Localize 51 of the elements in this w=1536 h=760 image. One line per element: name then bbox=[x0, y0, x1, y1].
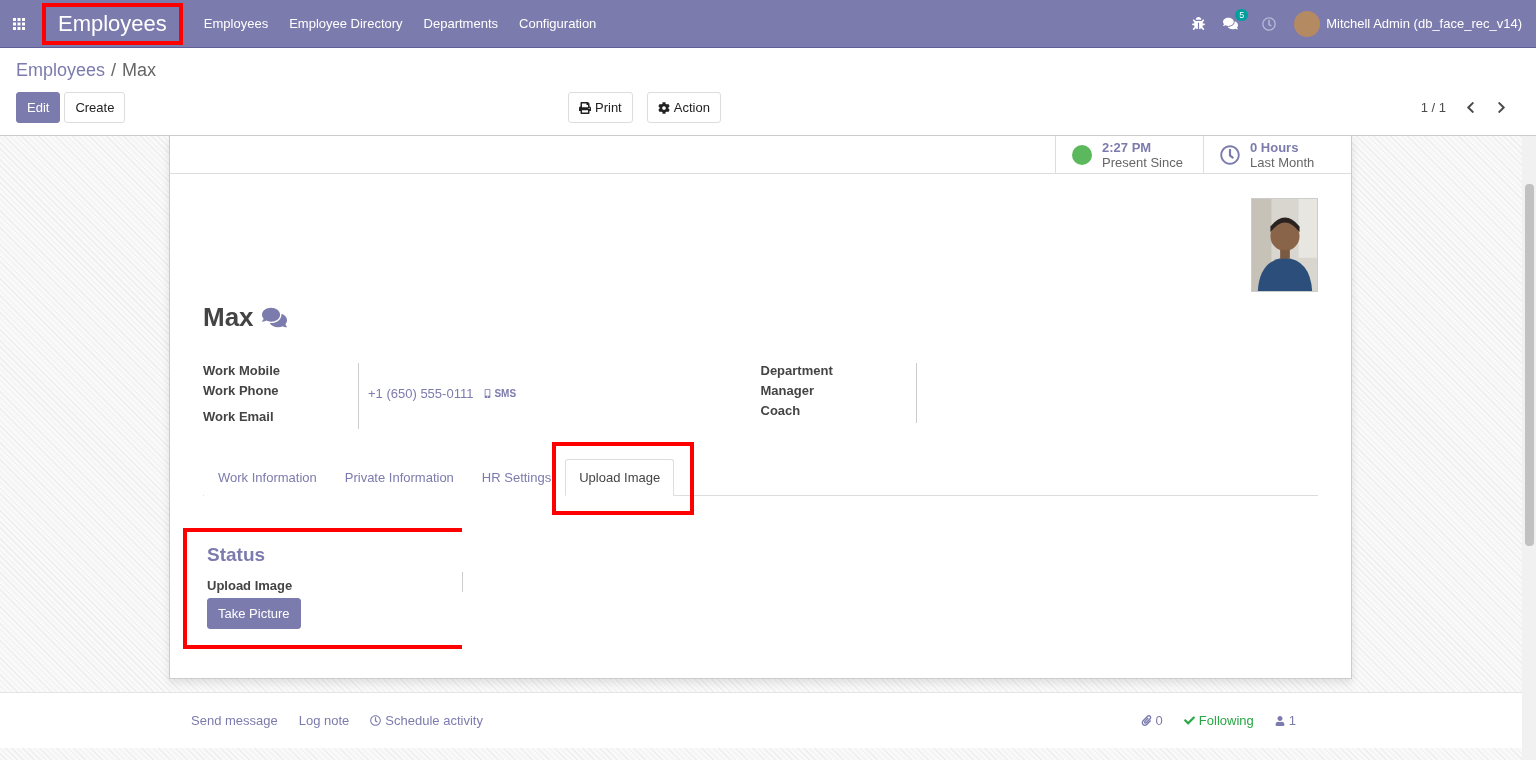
breadcrumb-current: Max bbox=[122, 60, 157, 81]
next-icon[interactable] bbox=[1495, 101, 1508, 114]
breadcrumb-separator: / bbox=[111, 60, 117, 81]
pager-counter: 1 / 1 bbox=[1420, 100, 1446, 115]
menu-item[interactable]: Departments bbox=[423, 16, 498, 31]
field-label: Manager bbox=[760, 383, 815, 399]
schedule-activity-link[interactable]: Schedule activity bbox=[370, 713, 483, 728]
phone-link[interactable]: +1 (650) 555-0111 bbox=[368, 385, 474, 401]
log-note-link[interactable]: Log note bbox=[298, 713, 350, 728]
edit-button[interactable]: Edit bbox=[16, 92, 61, 123]
followers-button[interactable]: 1 bbox=[1274, 713, 1296, 728]
field-label: Work Mobile bbox=[203, 363, 282, 379]
bug-icon[interactable] bbox=[1192, 17, 1206, 30]
clock-icon bbox=[370, 715, 382, 726]
check-icon bbox=[1183, 715, 1195, 726]
gear-icon bbox=[657, 101, 670, 114]
field-label: Upload Image bbox=[207, 578, 293, 594]
take-picture-button[interactable]: Take Picture bbox=[207, 598, 301, 629]
mobile-phone-icon bbox=[483, 388, 493, 398]
field-label: Work Email bbox=[203, 409, 275, 425]
employee-name: Max bbox=[203, 302, 254, 333]
stat-button[interactable]: 0 Hours Last Month bbox=[1203, 136, 1351, 173]
printer-icon bbox=[579, 101, 591, 114]
print-button[interactable]: Print bbox=[568, 92, 633, 123]
field-label: Coach bbox=[760, 403, 802, 419]
field-label: Work Phone bbox=[203, 383, 280, 399]
sms-link[interactable]: SMS bbox=[483, 387, 517, 399]
create-button[interactable]: Create bbox=[64, 92, 126, 123]
following-button[interactable]: Following bbox=[1183, 713, 1254, 728]
clock-icon bbox=[1220, 144, 1240, 165]
menu-item[interactable]: Employees bbox=[203, 16, 269, 31]
send-message-link[interactable]: Send message bbox=[191, 713, 278, 728]
section-title: Status bbox=[207, 544, 266, 566]
menu-item[interactable]: Employee Directory bbox=[289, 16, 403, 31]
tab[interactable]: Upload Image bbox=[565, 459, 675, 496]
message-count: 5 bbox=[1235, 9, 1249, 21]
chat-icon[interactable] bbox=[261, 305, 287, 330]
app-title: Employees bbox=[42, 2, 183, 45]
stat-button[interactable]: 2:27 PM Present Since bbox=[1055, 136, 1203, 173]
user-name[interactable]: Mitchell Admin (db_face_rec_v14) bbox=[1326, 16, 1522, 31]
action-button[interactable]: Action bbox=[646, 92, 721, 123]
attachments-button[interactable]: 0 bbox=[1140, 713, 1163, 728]
user-icon bbox=[1274, 715, 1285, 726]
clock-icon[interactable] bbox=[1262, 16, 1277, 31]
breadcrumb-link[interactable]: Employees bbox=[16, 60, 106, 81]
previous-icon[interactable] bbox=[1464, 101, 1477, 114]
messages-icon[interactable] bbox=[1223, 16, 1239, 31]
scrollbar[interactable] bbox=[1522, 136, 1536, 760]
menu-item[interactable]: Configuration bbox=[519, 16, 597, 31]
paperclip-icon bbox=[1140, 715, 1152, 726]
field-label: Department bbox=[760, 363, 834, 379]
